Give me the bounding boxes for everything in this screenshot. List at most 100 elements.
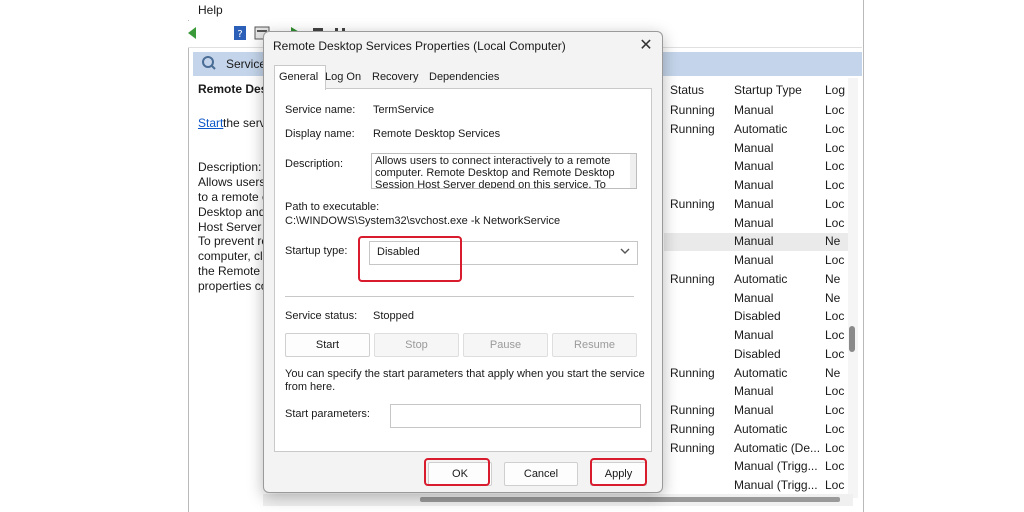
description-scrollbar[interactable]: [630, 154, 636, 188]
cancel-button[interactable]: Cancel: [504, 462, 578, 486]
row-startup-type: Manual: [734, 328, 774, 342]
row-startup-type: Manual: [734, 159, 774, 173]
row-log-on: Loc: [825, 122, 845, 136]
row-log-on: Loc: [825, 141, 845, 155]
column-header-status[interactable]: Status: [670, 83, 704, 97]
divider: [285, 296, 634, 297]
row-startup-type: Manual: [734, 403, 774, 417]
start-params-label: Start parameters:: [285, 408, 370, 420]
ok-button[interactable]: OK: [428, 462, 492, 486]
help-book-icon[interactable]: ?: [232, 25, 248, 41]
row-startup-type: Manual: [734, 384, 774, 398]
chevron-down-icon: [620, 248, 630, 254]
services-header-title: Service: [226, 57, 267, 71]
row-startup-type: Automatic: [734, 366, 788, 380]
start-params-help-line1: You can specify the start parameters tha…: [285, 368, 645, 380]
pause-button[interactable]: Pause: [463, 333, 548, 357]
row-log-on: Loc: [825, 459, 845, 473]
stop-button[interactable]: Stop: [374, 333, 459, 357]
row-log-on: Loc: [825, 403, 845, 417]
start-service-link[interactable]: Start: [198, 116, 223, 130]
row-startup-type: Manual: [734, 197, 774, 211]
row-log-on: Loc: [825, 347, 845, 361]
tab-log-on[interactable]: Log On: [321, 66, 365, 88]
startup-type-value: Disabled: [377, 246, 420, 258]
start-service-text: the serv: [223, 116, 266, 130]
apply-button[interactable]: Apply: [590, 462, 647, 486]
column-header-startup-type[interactable]: Startup Type: [734, 83, 802, 97]
row-startup-type: Manual (Trigg...: [734, 478, 818, 492]
row-startup-type: Manual: [734, 253, 774, 267]
row-log-on: Loc: [825, 197, 845, 211]
services-icon: [202, 56, 216, 70]
description-text: Allows users to connect interactively to…: [375, 155, 615, 189]
row-status: Running: [670, 197, 715, 211]
description-label: Description:: [285, 158, 344, 170]
row-status: Running: [670, 272, 715, 286]
row-status: Running: [670, 441, 715, 455]
horizontal-scroll-thumb[interactable]: [420, 497, 840, 502]
column-header-log-on[interactable]: Log: [825, 83, 845, 97]
service-name-value: TermService: [373, 104, 435, 116]
arrow-icon[interactable]: [186, 25, 202, 41]
row-log-on: Ne: [825, 234, 841, 248]
left-description-line: computer, cl: [198, 249, 263, 263]
startup-type-select[interactable]: Disabled: [369, 241, 638, 265]
row-log-on: Ne: [825, 272, 841, 286]
close-icon[interactable]: ✕: [637, 37, 655, 55]
tab-dependencies[interactable]: Dependencies: [425, 66, 503, 88]
vertical-scrollbar[interactable]: [848, 78, 858, 498]
row-startup-type: Disabled: [734, 309, 781, 323]
row-startup-type: Manual: [734, 291, 774, 305]
left-description-line: properties co: [198, 279, 268, 293]
row-log-on: Ne: [825, 291, 841, 305]
selected-service-name: Remote Des: [198, 82, 268, 96]
row-startup-type: Automatic: [734, 122, 788, 136]
left-description-label: Description:: [198, 160, 262, 174]
row-startup-type: Manual: [734, 234, 774, 248]
menu-help[interactable]: Help: [198, 3, 223, 17]
left-description-line: Desktop and: [198, 205, 266, 219]
start-params-input[interactable]: [390, 404, 641, 428]
start-button[interactable]: Start: [285, 333, 370, 357]
row-startup-type: Automatic: [734, 422, 788, 436]
row-status: Running: [670, 122, 715, 136]
left-description-line: Host Server c: [198, 220, 271, 234]
row-status: Running: [670, 366, 715, 380]
row-startup-type: Automatic (De...: [734, 441, 821, 455]
resume-button[interactable]: Resume: [552, 333, 637, 357]
left-description-line: to a remote c: [198, 190, 269, 204]
svg-text:?: ?: [237, 29, 242, 40]
row-log-on: Loc: [825, 103, 845, 117]
row-log-on: Loc: [825, 384, 845, 398]
description-box[interactable]: Allows users to connect interactively to…: [371, 153, 637, 189]
row-log-on: Loc: [825, 478, 845, 492]
row-startup-type: Manual: [734, 141, 774, 155]
row-startup-type: Manual: [734, 216, 774, 230]
tab-general[interactable]: General: [274, 65, 326, 90]
start-params-help-line2: from here.: [285, 381, 336, 393]
row-startup-type: Automatic: [734, 272, 788, 286]
row-status: Running: [670, 103, 715, 117]
row-log-on: Loc: [825, 253, 845, 267]
row-status: Running: [670, 422, 715, 436]
left-description-line: the Remote t: [198, 264, 267, 278]
row-status: Running: [670, 403, 715, 417]
menu-bar: [188, 0, 862, 20]
row-log-on: Ne: [825, 366, 841, 380]
row-log-on: Loc: [825, 178, 845, 192]
dialog-title: Remote Desktop Services Properties (Loca…: [273, 39, 566, 53]
startup-type-label: Startup type:: [285, 245, 348, 257]
tab-recovery[interactable]: Recovery: [368, 66, 422, 88]
service-name-label: Service name:: [285, 104, 356, 116]
row-log-on: Loc: [825, 441, 845, 455]
vertical-scroll-thumb[interactable]: [849, 326, 855, 352]
service-status-value: Stopped: [373, 310, 414, 322]
general-tab-panel: [274, 88, 652, 452]
row-log-on: Loc: [825, 422, 845, 436]
row-startup-type: Disabled: [734, 347, 781, 361]
left-description-line: To prevent re: [198, 234, 269, 248]
row-log-on: Loc: [825, 159, 845, 173]
left-description-line: Allows users: [198, 175, 266, 189]
path-value: C:\WINDOWS\System32\svchost.exe -k Netwo…: [285, 215, 561, 227]
